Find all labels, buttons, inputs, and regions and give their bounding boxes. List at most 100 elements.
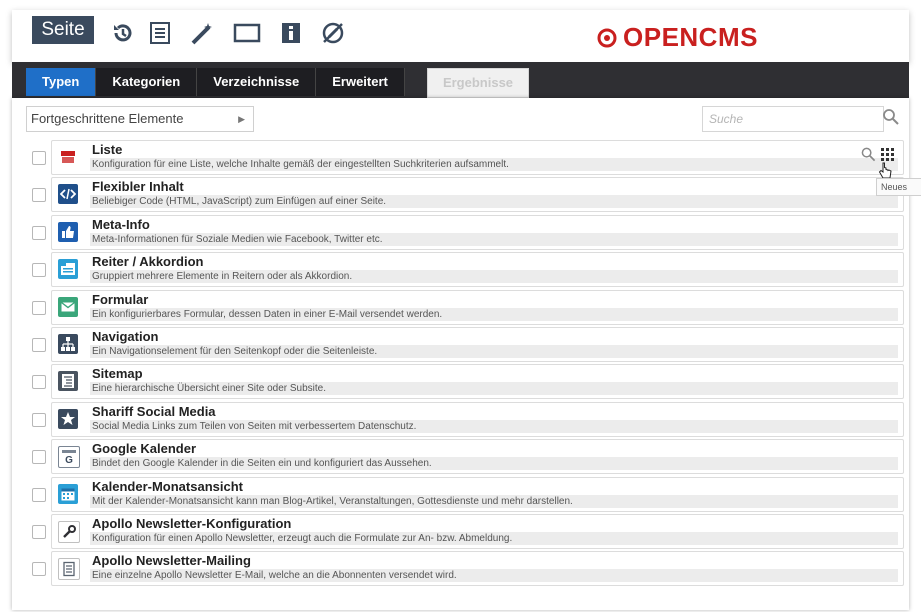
type-title: Sitemap bbox=[92, 366, 143, 382]
type-description: Ein konfigurierbares Formular, dessen Da… bbox=[90, 307, 898, 321]
type-title: Meta-Info bbox=[92, 216, 150, 232]
calendar-icon bbox=[58, 483, 78, 504]
list-icon[interactable] bbox=[145, 18, 175, 48]
info-icon[interactable] bbox=[276, 18, 306, 48]
select-checkbox[interactable] bbox=[32, 151, 46, 165]
chevron-right-icon: ▶ bbox=[238, 114, 245, 124]
tab-bar: Typen Kategorien Verzeichnisse Erweitert bbox=[26, 68, 405, 96]
type-title: Navigation bbox=[92, 328, 159, 344]
list-item: Kalender-Monatsansicht Mit der Kalender-… bbox=[26, 475, 904, 512]
rectangle-icon[interactable] bbox=[232, 18, 262, 48]
type-list: Liste Konfiguration für eine Liste, welc… bbox=[26, 138, 904, 587]
tab-typen[interactable]: Typen bbox=[26, 68, 97, 96]
type-card[interactable]: Kalender-Monatsansicht Mit der Kalender-… bbox=[51, 476, 904, 512]
opencms-logo-icon bbox=[597, 28, 617, 47]
sitemap-nav-icon bbox=[58, 333, 78, 354]
magic-wand-icon[interactable] bbox=[187, 18, 217, 48]
tab-kategorien[interactable]: Kategorien bbox=[96, 68, 198, 96]
type-title: Apollo Newsletter-Mailing bbox=[92, 553, 251, 569]
search-input[interactable]: Suche bbox=[702, 106, 884, 132]
list-item: Sitemap Eine hierarchische Übersicht ein… bbox=[26, 362, 904, 400]
tab-ergebnisse[interactable]: Ergebnisse bbox=[427, 68, 529, 98]
type-title: Kalender-Monatsansicht bbox=[92, 478, 243, 494]
type-description: Eine hierarchische Übersicht einer Site … bbox=[90, 382, 898, 396]
list-type-icon bbox=[58, 147, 78, 167]
type-card[interactable]: Apollo Newsletter-Mailing Eine einzelne … bbox=[51, 551, 904, 587]
document-icon bbox=[58, 558, 80, 581]
list-item: Reiter / Akkordion Gruppiert mehrere Ele… bbox=[26, 250, 904, 288]
list-item: Apollo Newsletter-Mailing Eine einzelne … bbox=[26, 549, 904, 587]
type-card[interactable]: Navigation Ein Navigationselement für de… bbox=[51, 326, 904, 362]
type-card[interactable]: Flexibler Inhalt Beliebiger Code (HTML, … bbox=[51, 177, 904, 213]
wrench-icon bbox=[58, 520, 80, 543]
type-description: Social Media Links zum Teilen von Seiten… bbox=[90, 419, 898, 433]
list-item: Formular Ein konfigurierbares Formular, … bbox=[26, 288, 904, 325]
list-item: G Google Kalender Bindet den Google Kale… bbox=[26, 437, 904, 475]
types-panel: Fortgeschrittene Elemente ▶ Suche Liste … bbox=[12, 98, 909, 610]
type-title: Formular bbox=[92, 291, 149, 307]
select-checkbox[interactable] bbox=[32, 300, 46, 315]
list-item: Shariff Social Media Social Media Links … bbox=[26, 400, 904, 437]
history-icon[interactable] bbox=[108, 18, 138, 48]
type-title: Google Kalender bbox=[92, 441, 197, 457]
tabs-icon bbox=[58, 259, 78, 280]
select-checkbox[interactable] bbox=[32, 225, 46, 240]
type-description: Eine einzelne Apollo Newsletter E-Mail, … bbox=[90, 569, 898, 583]
type-description: Konfiguration für eine Liste, welche Inh… bbox=[90, 158, 898, 171]
star-icon bbox=[58, 408, 78, 429]
type-title: Liste bbox=[92, 142, 123, 157]
code-icon bbox=[58, 184, 78, 205]
list-item: Liste Konfiguration für eine Liste, welc… bbox=[26, 138, 904, 175]
mail-icon bbox=[58, 296, 78, 317]
type-card[interactable]: Sitemap Eine hierarchische Übersicht ein… bbox=[51, 364, 904, 400]
sitemap-icon bbox=[58, 371, 78, 392]
top-toolbar: Seite OPENCMS bbox=[12, 10, 909, 62]
tooltip-neues: Neues bbox=[876, 178, 921, 196]
type-card[interactable]: Shariff Social Media Social Media Links … bbox=[51, 401, 904, 437]
type-filter-value: Fortgeschrittene Elemente bbox=[31, 111, 184, 126]
search-icon[interactable] bbox=[861, 147, 876, 167]
select-checkbox[interactable] bbox=[32, 412, 46, 427]
opencms-logo: OPENCMS bbox=[597, 22, 758, 53]
type-title: Shariff Social Media bbox=[92, 403, 216, 419]
thumbs-up-icon bbox=[58, 221, 78, 242]
google-calendar-icon: G bbox=[58, 446, 80, 469]
select-checkbox[interactable] bbox=[32, 375, 46, 390]
search-icon[interactable] bbox=[882, 108, 900, 131]
type-card[interactable]: Reiter / Akkordion Gruppiert mehrere Ele… bbox=[51, 252, 904, 288]
list-item: Flexibler Inhalt Beliebiger Code (HTML, … bbox=[26, 175, 904, 213]
select-checkbox[interactable] bbox=[32, 562, 46, 577]
type-description: Meta-Informationen für Soziale Medien wi… bbox=[90, 232, 898, 246]
type-description: Ein Navigationselement für den Seitenkop… bbox=[90, 344, 898, 358]
select-checkbox[interactable] bbox=[32, 337, 46, 352]
seite-button[interactable]: Seite bbox=[32, 16, 94, 44]
type-filter-select[interactable]: Fortgeschrittene Elemente ▶ bbox=[26, 106, 254, 132]
type-card[interactable]: Apollo Newsletter-Konfiguration Konfigur… bbox=[51, 513, 904, 549]
type-card[interactable]: G Google Kalender Bindet den Google Kale… bbox=[51, 439, 904, 475]
type-description: Bindet den Google Kalender in die Seiten… bbox=[90, 457, 898, 471]
tab-erweitert[interactable]: Erweitert bbox=[316, 68, 405, 96]
brand-name: OPENCMS bbox=[623, 22, 758, 52]
type-description: Konfiguration für einen Apollo Newslette… bbox=[90, 531, 898, 545]
type-card[interactable]: Formular Ein konfigurierbares Formular, … bbox=[51, 289, 904, 325]
type-title: Flexibler Inhalt bbox=[92, 179, 184, 195]
list-item: Meta-Info Meta-Informationen für Soziale… bbox=[26, 213, 904, 250]
type-card[interactable]: Meta-Info Meta-Informationen für Soziale… bbox=[51, 214, 904, 250]
type-description: Beliebiger Code (HTML, JavaScript) zum E… bbox=[90, 195, 898, 209]
type-card[interactable]: Liste Konfiguration für eine Liste, welc… bbox=[51, 140, 904, 175]
select-checkbox[interactable] bbox=[32, 188, 46, 203]
list-item: Apollo Newsletter-Konfiguration Konfigur… bbox=[26, 512, 904, 549]
type-description: Mit der Kalender-Monatsansicht kann man … bbox=[90, 494, 898, 508]
select-checkbox[interactable] bbox=[32, 487, 46, 502]
no-edit-icon[interactable] bbox=[318, 18, 348, 48]
tab-verzeichnisse[interactable]: Verzeichnisse bbox=[197, 68, 317, 96]
svg-text:G: G bbox=[65, 455, 73, 465]
type-title: Reiter / Akkordion bbox=[92, 254, 204, 270]
gallery-dialog: Typen Kategorien Verzeichnisse Erweitert… bbox=[12, 62, 909, 610]
select-checkbox[interactable] bbox=[32, 263, 46, 278]
select-checkbox[interactable] bbox=[32, 524, 46, 539]
select-checkbox[interactable] bbox=[32, 450, 46, 465]
list-item: Navigation Ein Navigationselement für de… bbox=[26, 325, 904, 362]
type-description: Gruppiert mehrere Elemente in Reitern od… bbox=[90, 270, 898, 284]
type-title: Apollo Newsletter-Konfiguration bbox=[92, 515, 292, 531]
